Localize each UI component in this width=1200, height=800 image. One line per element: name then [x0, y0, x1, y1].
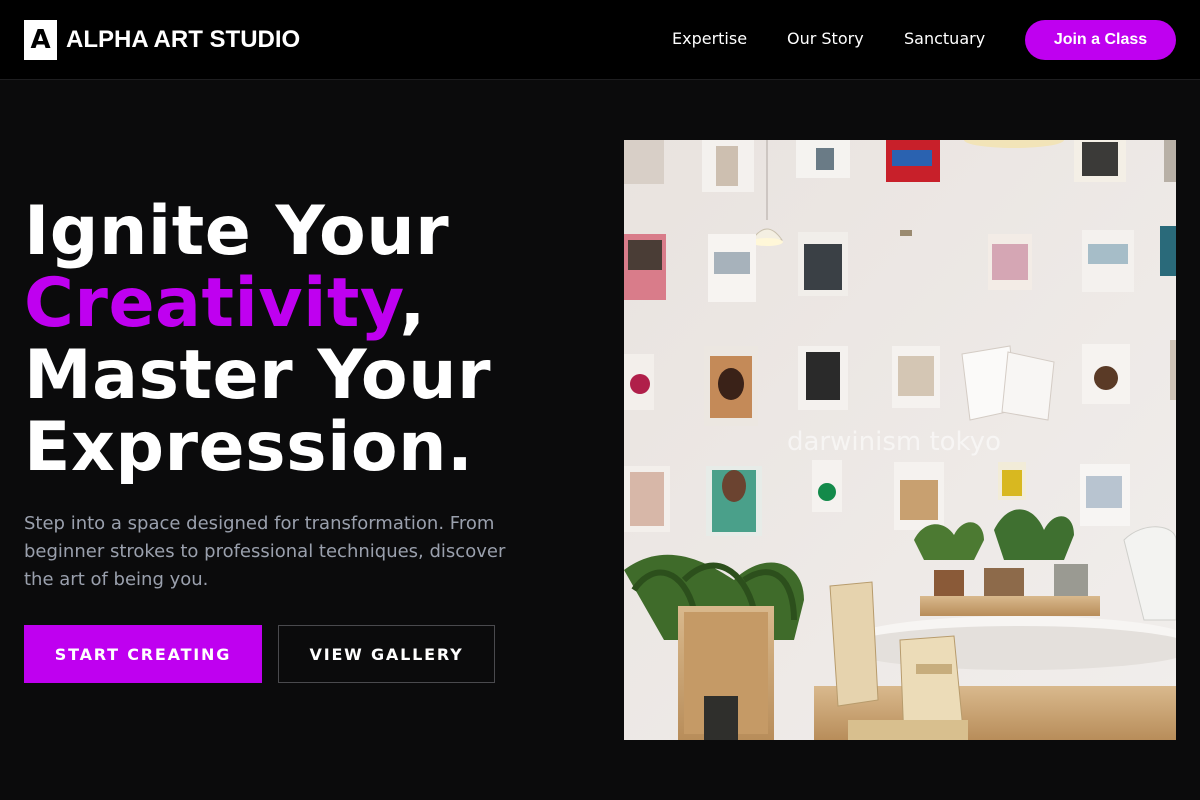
nav-link-sanctuary[interactable]: Sanctuary — [904, 29, 985, 48]
join-class-button[interactable]: Join a Class — [1025, 20, 1176, 60]
hero-headline: Ignite Your Creativity, Master Your Expr… — [24, 196, 491, 484]
image-watermark: darwinism tokyo — [787, 427, 1001, 457]
nav-link-our-story[interactable]: Our Story — [787, 29, 864, 48]
logo-mark: A — [24, 20, 57, 60]
view-gallery-button[interactable]: VIEW GALLERY — [278, 625, 495, 683]
headline-line-3: Master Your — [24, 336, 492, 415]
hero-image: darwinism tokyo — [624, 140, 1176, 740]
brand-name: ALPHA ART STUDIO — [66, 26, 301, 53]
headline-accent-suffix: , — [399, 264, 426, 343]
hero-subtext: Step into a space designed for transform… — [24, 513, 506, 590]
headline-accent: Creativity — [24, 264, 400, 343]
nav-link-expertise[interactable]: Expertise — [672, 29, 747, 48]
start-creating-button[interactable]: START CREATING — [24, 625, 262, 683]
headline-line-1: Ignite Your — [24, 192, 450, 271]
brand-logo[interactable]: A ALPHA ART STUDIO — [24, 20, 300, 60]
site-header: A ALPHA ART STUDIO Expertise Our Story S… — [0, 0, 1200, 80]
headline-line-4: Expression. — [24, 408, 474, 487]
